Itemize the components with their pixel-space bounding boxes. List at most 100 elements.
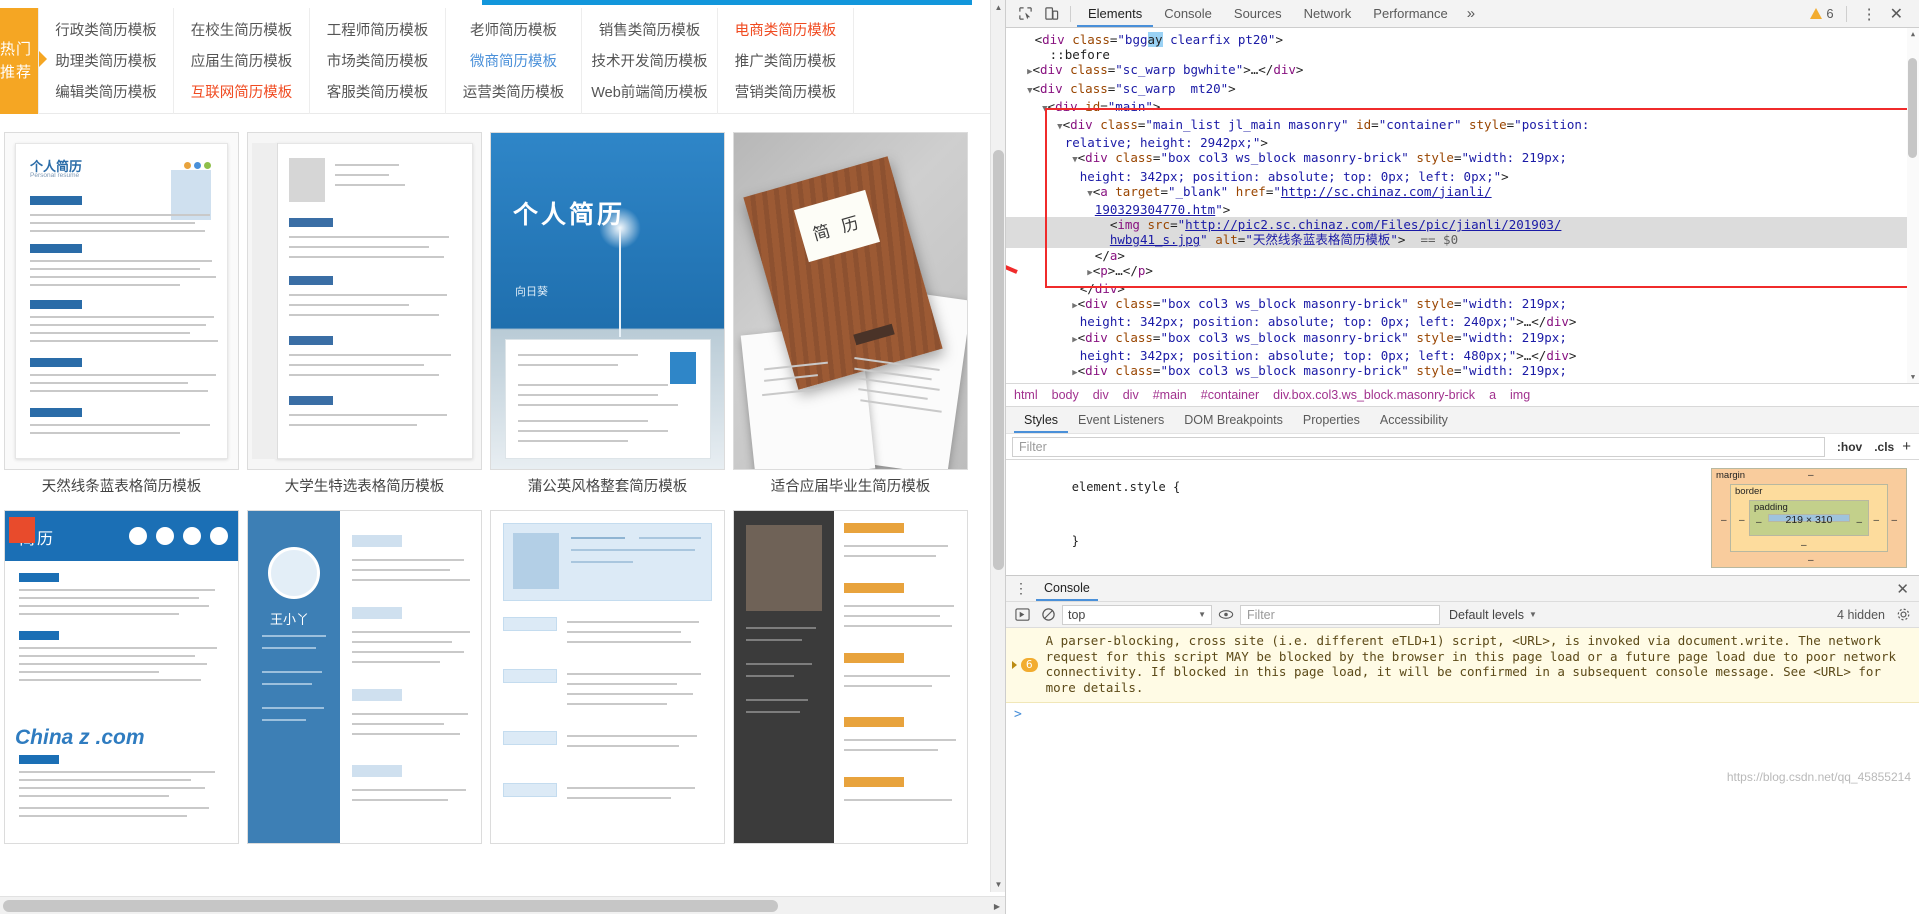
box-model-content[interactable]: 219 × 310	[1768, 514, 1850, 526]
dom-tree-scrollbar[interactable]: ▲ ▼	[1907, 28, 1919, 383]
console-message-badge[interactable]: 6	[1012, 633, 1038, 695]
category-link[interactable]: 销售类简历模板	[599, 16, 701, 47]
scroll-right-arrow-icon[interactable]: ▶	[989, 897, 1005, 914]
template-card[interactable]: 个人简历 向日葵 蒲公英风格整套简历模板	[490, 132, 725, 504]
dom-scroll-down-icon[interactable]: ▼	[1907, 371, 1919, 383]
dom-scroll-thumb[interactable]	[1908, 58, 1917, 158]
page-vertical-scrollbar[interactable]: ▲ ▼	[990, 0, 1005, 892]
category-link[interactable]: 技术开发简历模板	[592, 47, 708, 78]
box-model-margin-left[interactable]: –	[1721, 515, 1727, 526]
dom-node-line[interactable]: ▶<div class="box col3 ws_block masonry-b…	[1006, 363, 1919, 381]
template-thumbnail[interactable]: 简 历	[733, 132, 968, 470]
styles-pane[interactable]: element.style { } .jl_main .box a img { …	[1006, 460, 1919, 575]
scroll-up-arrow-icon[interactable]: ▲	[991, 0, 1005, 15]
breadcrumb-item[interactable]: #container	[1201, 388, 1259, 402]
template-thumbnail[interactable]: 个人简历 Personal resume	[4, 132, 239, 470]
category-link[interactable]: 微商简历模板	[470, 47, 557, 78]
breadcrumb[interactable]: html body div div #main #container div.box.col…	[1006, 383, 1919, 406]
new-style-rule-button[interactable]: +	[1900, 438, 1919, 455]
console-output[interactable]: 6 A parser-blocking, cross site (i.e. di…	[1006, 628, 1919, 788]
tab-performance[interactable]: Performance	[1362, 0, 1458, 27]
css-rule[interactable]: .jl_main .box a img { ppt.css:253	[1006, 574, 1919, 575]
dom-node-line[interactable]: height: 342px; position: absolute; top: …	[1006, 348, 1919, 363]
template-card[interactable]: 个人简历 Personal resume 天然线条蓝表格简历模板	[4, 132, 239, 504]
hov-toggle-button[interactable]: :hov	[1831, 440, 1868, 454]
template-thumbnail[interactable]	[247, 132, 482, 470]
category-link[interactable]: 编辑类简历模板	[55, 78, 157, 109]
dom-node-line[interactable]: ▼<div id="main">	[1006, 99, 1919, 117]
dom-scroll-up-icon[interactable]: ▲	[1907, 28, 1919, 40]
vertical-scroll-thumb[interactable]	[993, 150, 1004, 570]
breadcrumb-item[interactable]: div	[1093, 388, 1109, 402]
dom-node-line[interactable]: 190329304770.htm">	[1006, 202, 1919, 217]
category-link[interactable]: 推广类简历模板	[735, 47, 837, 78]
category-link[interactable]: 在校生简历模板	[191, 16, 293, 47]
sidebar-tab-event-listeners[interactable]: Event Listeners	[1068, 407, 1174, 433]
breadcrumb-item[interactable]: div.box.col3.ws_block.masonry-brick	[1273, 388, 1475, 402]
dom-node-line[interactable]: ::before	[1006, 47, 1919, 62]
more-tabs-icon[interactable]: »	[1459, 5, 1483, 22]
template-card[interactable]: 简历 China z .com	[4, 510, 239, 844]
cls-toggle-button[interactable]: .cls	[1868, 440, 1900, 454]
dom-node-line[interactable]: <img src="http://pic2.sc.chinaz.com/File…	[1006, 217, 1919, 233]
dom-node-line[interactable]: ▼<div class="main_list jl_main masonry" …	[1006, 117, 1919, 135]
sidebar-tab-styles[interactable]: Styles	[1014, 407, 1069, 433]
styles-sidebar-tabs[interactable]: Styles Event Listeners DOM Breakpoints Prop…	[1006, 406, 1919, 433]
category-link[interactable]: 市场类简历模板	[327, 47, 429, 78]
dom-node-line[interactable]: relative; height: 2942px;">	[1006, 135, 1919, 150]
clear-console-icon[interactable]	[1036, 604, 1060, 626]
console-context-select[interactable]: top ▼	[1062, 604, 1212, 625]
device-toolbar-icon[interactable]	[1038, 3, 1064, 25]
dom-node-line[interactable]: ▶<div class="box col3 ws_block masonry-b…	[1006, 330, 1919, 348]
eye-icon[interactable]	[1214, 604, 1238, 626]
box-model-margin-bottom[interactable]: –	[1808, 555, 1814, 566]
sidebar-tab-dom-breakpoints[interactable]: DOM Breakpoints	[1174, 407, 1293, 433]
dom-node-line[interactable]: <div class="bggay clearfix pt20">	[1006, 32, 1919, 47]
template-card[interactable]: 简 历 适合应届毕业生简历模板	[733, 132, 968, 504]
breadcrumb-item[interactable]: body	[1052, 388, 1079, 402]
dom-node-line[interactable]: ▶<div class="sc_warp bgwhite">…</div>	[1006, 62, 1919, 80]
template-thumbnail[interactable]	[733, 510, 968, 844]
breadcrumb-item[interactable]: #main	[1153, 388, 1187, 402]
category-link[interactable]: 工程师简历模板	[327, 16, 429, 47]
dom-attribute-link[interactable]: http://sc.chinaz.com/jianli/	[1281, 184, 1492, 199]
category-link[interactable]: 老师简历模板	[470, 16, 557, 47]
box-model-margin-top[interactable]: –	[1808, 470, 1814, 481]
box-model-border-bottom[interactable]: –	[1801, 540, 1807, 551]
category-link[interactable]: 电商类简历模板	[735, 16, 837, 47]
category-link[interactable]: 客服类简历模板	[327, 78, 429, 109]
expand-triangle-icon[interactable]	[1012, 660, 1017, 669]
drawer-tab-console[interactable]: Console	[1036, 576, 1098, 601]
template-thumbnail[interactable]: 王小丫	[247, 510, 482, 844]
devtools-menu-icon[interactable]: ⋮	[1853, 5, 1886, 23]
hot-recommend-tab[interactable]: 热门推荐	[0, 8, 47, 114]
template-thumbnail[interactable]: 简历 China z .com	[4, 510, 239, 844]
page-horizontal-scrollbar[interactable]: ◀ ▶	[0, 896, 1005, 914]
dom-node-line[interactable]: ▶<div class="box col3 ws_block masonry-b…	[1006, 296, 1919, 314]
category-link[interactable]: 营销类简历模板	[735, 78, 837, 109]
template-thumbnail[interactable]: 个人简历 向日葵	[490, 132, 725, 470]
breadcrumb-item[interactable]: img	[1510, 388, 1530, 402]
dom-node-line[interactable]: </div>	[1006, 281, 1919, 296]
dom-attribute-link[interactable]: hwbg41_s.jpg	[1110, 232, 1200, 247]
console-levels-select[interactable]: Default levels ▼	[1442, 605, 1544, 625]
category-link[interactable]: 行政类简历模板	[55, 16, 157, 47]
sidebar-tab-properties[interactable]: Properties	[1293, 407, 1370, 433]
console-hidden-count[interactable]: 4 hidden	[1837, 608, 1889, 622]
template-card[interactable]: 王小丫	[247, 510, 482, 844]
dom-node-line[interactable]: hwbg41_s.jpg" alt="天然线条蓝表格简历模板"> == $0	[1006, 232, 1919, 248]
dom-node-line[interactable]: height: 342px; position: absolute; top: …	[1006, 381, 1919, 383]
dom-attribute-link[interactable]: 190329304770.htm	[1095, 202, 1215, 217]
template-card[interactable]	[733, 510, 968, 844]
category-link[interactable]: 应届生简历模板	[191, 47, 293, 78]
dom-node-line[interactable]: ▶<p>…</p>	[1006, 263, 1919, 281]
box-model-padding-left[interactable]: –	[1756, 517, 1762, 528]
breadcrumb-item[interactable]: html	[1014, 388, 1038, 402]
tab-network[interactable]: Network	[1293, 0, 1363, 27]
category-link[interactable]: Web前端简历模板	[591, 78, 708, 109]
tab-elements[interactable]: Elements	[1077, 0, 1154, 27]
template-thumbnail[interactable]	[490, 510, 725, 844]
dom-attribute-link[interactable]: http://pic2.sc.chinaz.com/Files/pic/jian…	[1185, 217, 1561, 232]
settings-gear-icon[interactable]	[1891, 604, 1915, 626]
template-card[interactable]	[490, 510, 725, 844]
